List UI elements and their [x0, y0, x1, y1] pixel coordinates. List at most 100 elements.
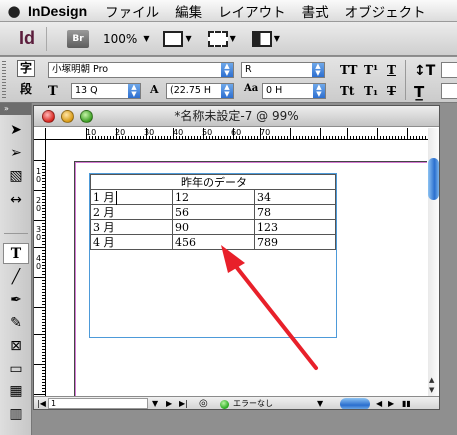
paragraph-mode-button[interactable]: 段	[17, 81, 35, 98]
ruler-tick	[42, 169, 45, 170]
ruler-tick	[42, 271, 45, 272]
table-cell[interactable]: 12	[172, 189, 255, 205]
line-tool-icon[interactable]: ╱	[3, 266, 29, 287]
ruler-tick	[224, 136, 225, 139]
chevron-down-icon[interactable]: ▼	[317, 397, 323, 409]
menu-object[interactable]: オブジェクト	[345, 1, 426, 21]
rectangle-tool-icon[interactable]: ▭	[3, 358, 29, 379]
table-cell[interactable]: 456	[172, 234, 255, 250]
view-options-button[interactable]: ▼	[163, 30, 192, 47]
font-family-select[interactable]: 小塚明朝 Pro ▲ ▼	[48, 62, 234, 78]
menu-app-name[interactable]: InDesign	[28, 3, 87, 19]
ruler-tick	[42, 268, 45, 269]
pasteboard[interactable]: 昨年のデータ 1 月 12 34 2 月 56 78 3 月 90 123 4 …	[47, 141, 427, 396]
menu-layout[interactable]: レイアウト	[218, 1, 286, 21]
tools-panel-header[interactable]: »	[0, 103, 31, 115]
table-cell[interactable]: 1 月	[90, 189, 173, 205]
tracking-field[interactable]: 0 H ▲ ▼	[262, 83, 326, 99]
scroll-up-icon[interactable]: ▲	[429, 376, 434, 384]
leading-field[interactable]: (22.75 H ▲ ▼	[166, 83, 234, 99]
frame-grid-tool-icon[interactable]: ▦	[3, 380, 29, 401]
document-title-bar[interactable]: *名称未設定-7 @ 99%	[34, 106, 439, 127]
horizontal-scale-field[interactable]	[441, 83, 457, 99]
menu-type[interactable]: 書式	[302, 1, 329, 21]
resize-grip-icon[interactable]: ▮▮	[402, 397, 411, 409]
ruler-tick	[42, 253, 45, 254]
character-mode-button[interactable]: 字	[17, 60, 35, 77]
menu-file[interactable]: ファイル	[105, 1, 159, 21]
table-cell[interactable]: 34	[254, 189, 336, 205]
next-page-icon[interactable]: ▶	[166, 397, 172, 409]
page-tool-icon[interactable]: ▧	[3, 165, 29, 186]
ruler-tick	[389, 136, 390, 139]
data-table[interactable]: 昨年のデータ 1 月 12 34 2 月 56 78 3 月 90 123 4 …	[90, 174, 336, 250]
first-page-icon[interactable]: |◀	[37, 397, 46, 409]
bridge-button[interactable]: Br	[67, 29, 89, 48]
ruler-origin[interactable]	[34, 128, 46, 140]
arrange-documents-button[interactable]: ▼	[251, 30, 280, 47]
chevron-down-icon: ▼	[229, 34, 236, 43]
ruler-tick	[257, 136, 258, 139]
last-page-icon[interactable]: ▶|	[179, 397, 188, 409]
table-cell[interactable]: 3 月	[90, 219, 173, 235]
dropdown-arrows-icon: ▲ ▼	[313, 84, 325, 98]
zoom-level-select[interactable]: 100% ▼	[103, 32, 149, 46]
ruler-tick	[266, 136, 267, 139]
ruler-tick	[42, 166, 45, 167]
ruler-tick	[410, 136, 411, 139]
underline-icon[interactable]: T	[387, 63, 396, 77]
pen-tool-icon[interactable]: ✒	[3, 289, 29, 310]
workspace-background	[33, 410, 440, 435]
text-frame[interactable]: 昨年のデータ 1 月 12 34 2 月 56 78 3 月 90 123 4 …	[89, 173, 337, 338]
panel-grip-handle[interactable]	[2, 61, 6, 99]
table-cell[interactable]: 4 月	[90, 234, 173, 250]
pencil-tool-icon[interactable]: ✎	[3, 312, 29, 333]
menu-edit[interactable]: 編集	[175, 1, 202, 21]
font-style-select[interactable]: R ▲ ▼	[241, 62, 325, 78]
close-window-button[interactable]	[42, 110, 55, 123]
ruler-tick	[272, 136, 273, 139]
scroll-right-icon[interactable]: ▶	[388, 397, 394, 409]
ruler-tick	[34, 277, 45, 278]
zoom-window-button[interactable]	[80, 110, 93, 123]
horizontal-scroll-thumb[interactable]	[340, 398, 370, 409]
strikethrough-icon[interactable]: T	[387, 84, 396, 98]
all-caps-icon[interactable]: TT	[340, 63, 357, 77]
font-size-field[interactable]: 13 Q ▲ ▼	[71, 83, 141, 99]
small-caps-icon[interactable]: Tt	[340, 84, 354, 98]
ruler-tick	[212, 136, 213, 139]
scroll-left-icon[interactable]: ◀	[376, 397, 382, 409]
table-row: 1 月 12 34	[90, 189, 336, 205]
type-tool-icon[interactable]: T	[3, 243, 29, 264]
vertical-scale-field[interactable]	[441, 62, 457, 78]
vertical-ruler[interactable]: 1 02 03 04 0	[34, 140, 46, 396]
table-cell[interactable]: 78	[254, 204, 336, 220]
table-title-cell[interactable]: 昨年のデータ	[90, 174, 336, 190]
direct-selection-tool-icon[interactable]: ➢	[3, 142, 29, 163]
vertical-grid-tool-icon[interactable]: ▥	[3, 403, 29, 424]
apple-icon[interactable]: ●	[0, 2, 28, 20]
gap-tool-icon[interactable]: ↔	[3, 189, 29, 210]
rectangle-frame-tool-icon[interactable]: ⊠	[3, 335, 29, 356]
leading-icon: A	[150, 83, 159, 96]
vertical-scrollbar[interactable]: ▲ ▼	[428, 128, 439, 396]
subscript-icon[interactable]: T₁	[364, 84, 378, 98]
chevron-down-icon[interactable]: ▼	[152, 397, 158, 409]
page-number-field[interactable]: 1	[48, 398, 148, 409]
preflight-menu-icon[interactable]: ◎	[199, 397, 208, 409]
scroll-down-icon[interactable]: ▼	[429, 386, 434, 394]
table-cell[interactable]: 2 月	[90, 204, 173, 220]
table-cell[interactable]: 123	[254, 219, 336, 235]
table-cell[interactable]: 90	[172, 219, 255, 235]
minimize-window-button[interactable]	[61, 110, 74, 123]
vertical-scroll-thumb[interactable]	[428, 158, 439, 200]
screen-mode-button[interactable]: ▼	[207, 30, 236, 47]
ruler-tick	[311, 136, 312, 139]
ruler-tick	[269, 136, 270, 139]
horizontal-ruler[interactable]: 10 20 30 40 50 60 70	[46, 128, 428, 140]
table-cell[interactable]: 789	[254, 234, 336, 250]
selection-tool-icon[interactable]: ➤	[3, 119, 29, 140]
ruler-tick	[293, 136, 294, 139]
table-cell[interactable]: 56	[172, 204, 255, 220]
superscript-icon[interactable]: T¹	[364, 63, 378, 77]
